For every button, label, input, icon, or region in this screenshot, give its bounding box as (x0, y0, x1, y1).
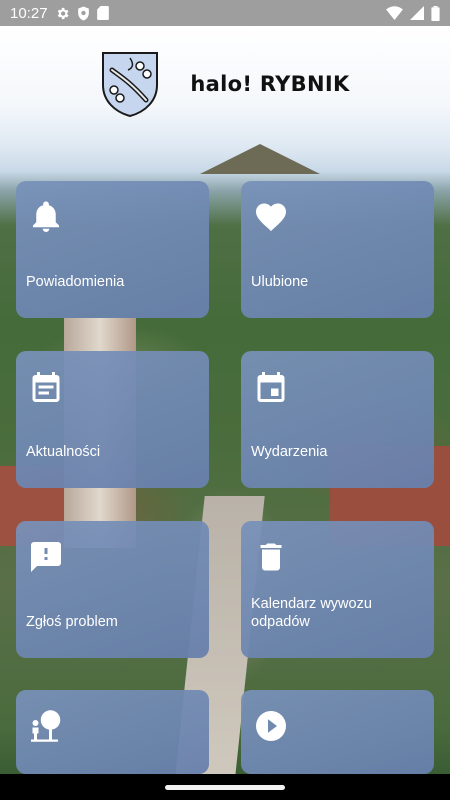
tile-news-label: Aktualności (26, 444, 101, 460)
status-time: 10:27 (10, 4, 48, 22)
tile-favorites-label: Ulubione (251, 274, 309, 290)
app-title: halo! RYBNIK (190, 71, 350, 96)
settings-icon (57, 7, 69, 19)
status-left: 10:27 (10, 5, 109, 22)
tile-report-problem[interactable]: Zgłoś problem (16, 521, 209, 658)
home-gesture-handle[interactable] (165, 785, 285, 790)
app-header: halo! RYBNIK (0, 26, 450, 141)
tile-notifications[interactable]: Powiadomienia (16, 181, 209, 318)
navigation-bar (0, 774, 450, 800)
heart-icon (256, 203, 286, 232)
status-bar: 10:27 (0, 0, 450, 26)
tile-waste-calendar[interactable]: Kalendarz wywozu odpadów (241, 521, 434, 658)
event-calendar-icon (257, 372, 285, 402)
sd-card-icon (96, 6, 109, 20)
battery-icon (431, 5, 440, 21)
tile-favorites[interactable]: Ulubione (241, 181, 434, 318)
shield-icon (77, 6, 89, 20)
news-calendar-icon (32, 372, 60, 402)
report-problem-icon (31, 542, 61, 572)
status-right (386, 5, 440, 21)
tile-nature[interactable] (16, 690, 209, 774)
tile-report-problem-label: Zgłoś problem (26, 614, 118, 630)
trash-icon (260, 543, 282, 571)
tile-events-label: Wydarzenia (251, 444, 328, 460)
play-icon (256, 711, 286, 741)
tile-news[interactable]: Aktualności (16, 351, 209, 488)
wifi-icon (386, 6, 403, 20)
tile-notifications-label: Powiadomienia (26, 274, 125, 290)
tile-waste-calendar-label: Kalendarz wywozu odpadów (251, 596, 372, 630)
bell-icon (32, 201, 60, 232)
tile-media[interactable] (241, 690, 434, 774)
coat-of-arms-logo (102, 51, 159, 117)
signal-icon (410, 6, 424, 20)
tree-person-icon (31, 710, 61, 742)
tile-events[interactable]: Wydarzenia (241, 351, 434, 488)
spoil-heap (200, 144, 320, 174)
